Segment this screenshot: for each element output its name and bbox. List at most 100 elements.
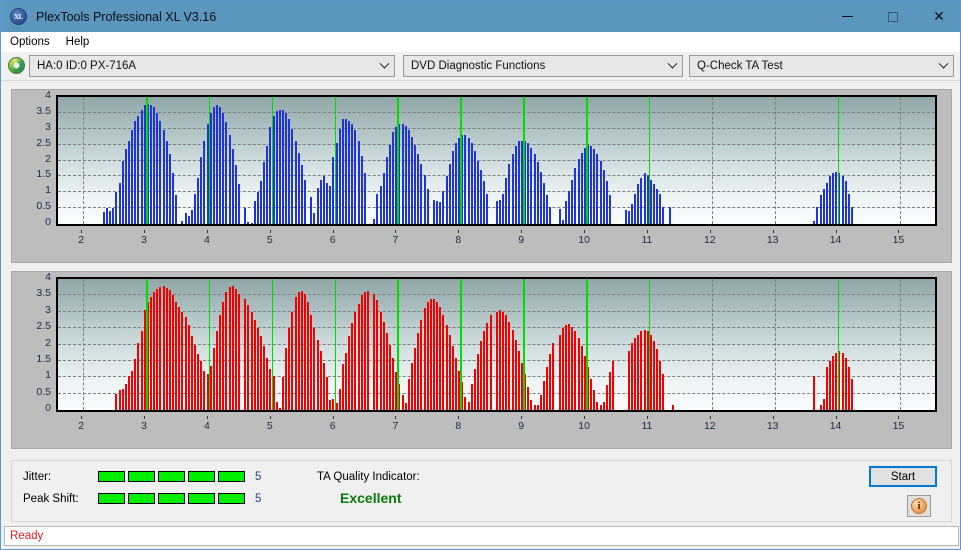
peakshift-chart-bar <box>841 352 844 410</box>
jitter-chart-bar <box>549 206 552 224</box>
jitter-chart-bar <box>181 221 184 224</box>
maximize-button[interactable] <box>870 1 916 32</box>
peakshift-chart-bar <box>184 316 187 410</box>
drive-select[interactable]: HA:0 ID:0 PX-716A <box>29 55 395 77</box>
jitter-chart-y-tick-label: 0.5 <box>36 200 51 213</box>
jitter-chart-bar <box>282 110 285 224</box>
jitter-chart-bar <box>118 182 121 224</box>
close-button[interactable]: ✕ <box>916 1 960 32</box>
jitter-chart-bar <box>357 141 360 224</box>
peakshift-chart-bar <box>608 372 611 410</box>
jitter-chart-bar <box>476 160 479 224</box>
peakshift-chart-bar <box>392 357 395 410</box>
peakshift-chart-bar <box>294 297 297 410</box>
peakshift-chart-bar <box>630 342 633 410</box>
jitter-chart-bar <box>829 176 831 224</box>
jitter-chart-bar <box>464 135 467 224</box>
peakshift-chart-bar <box>637 334 640 410</box>
jitter-chart-bar <box>278 109 281 224</box>
peakshift-chart-bar <box>316 339 319 410</box>
jitter-chart-bar <box>376 193 379 224</box>
jitter-chart-bar <box>851 206 853 224</box>
peakshift-chart-x-tick <box>898 416 900 419</box>
peakshift-chart-bar <box>634 337 637 410</box>
peakshift-chart-bar <box>536 405 539 410</box>
jitter-chart-bar <box>379 185 382 224</box>
jitter-chart-bar <box>816 206 819 224</box>
jitter-chart-x-tick <box>332 230 334 233</box>
peak-shift-segment <box>158 493 185 504</box>
jitter-chart-marker <box>208 97 211 224</box>
peakshift-chart-marker <box>586 279 588 410</box>
peakshift-chart-bar <box>473 369 476 410</box>
jitter-rating-bars <box>98 471 245 482</box>
jitter-chart-bar <box>627 211 630 224</box>
jitter-chart-bar <box>322 176 325 224</box>
peakshift-chart-y-tick-label: 3 <box>45 303 51 316</box>
peakshift-chart-x-tick <box>709 416 711 419</box>
peakshift-chart-bar <box>429 299 432 410</box>
minimize-button[interactable] <box>824 1 870 32</box>
jitter-chart-bar <box>260 181 263 224</box>
peakshift-chart-bar <box>627 351 630 410</box>
jitter-chart-x-tick <box>646 230 648 233</box>
jitter-chart-bar <box>360 155 363 224</box>
function-select[interactable]: DVD Diagnostic Functions <box>403 55 683 77</box>
peakshift-chart-bar <box>344 352 347 410</box>
peakshift-chart-bar <box>203 370 206 410</box>
start-button[interactable]: Start <box>869 466 937 487</box>
jitter-chart-bar <box>451 150 454 224</box>
jitter-chart-bar <box>140 109 143 224</box>
jitter-chart-bar <box>640 177 643 224</box>
jitter-chart-bar <box>222 112 225 224</box>
menu-item-options[interactable]: Options <box>3 34 57 50</box>
jitter-chart-gridline-v <box>774 97 776 224</box>
disc-icon <box>8 57 25 74</box>
jitter-chart-bar <box>527 143 530 224</box>
peakshift-chart-bar <box>310 315 313 410</box>
peakshift-chart-bar <box>288 328 291 410</box>
chevron-down-icon <box>663 56 682 76</box>
jitter-chart-bar <box>630 204 633 224</box>
peakshift-chart-bar <box>505 315 508 410</box>
jitter-chart-gridline-h <box>58 175 935 177</box>
peakshift-chart-marker <box>837 279 840 410</box>
jitter-chart-bar <box>652 184 655 224</box>
peakshift-chart-bar <box>593 390 596 410</box>
jitter-chart-bar <box>480 170 483 224</box>
peak-shift-rating-bars <box>98 493 245 504</box>
jitter-chart-x-tick-label: 3 <box>141 234 147 246</box>
jitter-chart-panel: 0 0.5 1 1.5 2 2.5 3 3.5 4 2 3 4 5 6 7 8 9 10 11 12 13 14 15 <box>11 89 952 263</box>
jitter-chart-bar <box>505 177 508 224</box>
peakshift-chart-bar <box>502 311 505 410</box>
peakshift-chart-bar <box>219 315 222 410</box>
peakshift-chart-bar <box>275 401 278 410</box>
test-select[interactable]: Q-Check TA Test <box>689 55 954 77</box>
jitter-chart-x-tick <box>772 230 774 233</box>
jitter-chart-bar <box>486 193 489 224</box>
peakshift-chart-x-tick-label: 7 <box>392 420 399 432</box>
jitter-chart-bar <box>297 152 300 224</box>
jitter-chart-bar <box>313 212 316 224</box>
jitter-chart-bar <box>574 168 577 224</box>
jitter-chart-bar <box>225 122 228 224</box>
peakshift-chart-y-tick-label: 4 <box>45 271 51 283</box>
jitter-chart-bar <box>605 181 608 224</box>
jitter-chart-bar <box>401 124 404 224</box>
jitter-chart-marker <box>146 97 148 224</box>
peakshift-chart-bar <box>423 308 426 410</box>
jitter-chart-bar <box>197 177 200 224</box>
jitter-chart-x-tick-label: 15 <box>892 234 905 246</box>
jitter-chart-bar <box>253 201 256 224</box>
jitter-chart-bar <box>414 144 417 224</box>
jitter-chart-bar <box>568 190 571 224</box>
peakshift-chart-bar <box>234 288 237 410</box>
info-button[interactable]: i <box>907 495 931 517</box>
peakshift-chart-bar <box>486 323 489 410</box>
jitter-chart-bar <box>442 190 445 224</box>
peakshift-chart-bar <box>467 401 470 410</box>
jitter-chart-bar <box>219 106 222 224</box>
menu-item-help[interactable]: Help <box>59 34 97 50</box>
peakshift-chart-marker <box>397 279 399 410</box>
peakshift-chart-x-tick-label: 9 <box>518 420 525 432</box>
